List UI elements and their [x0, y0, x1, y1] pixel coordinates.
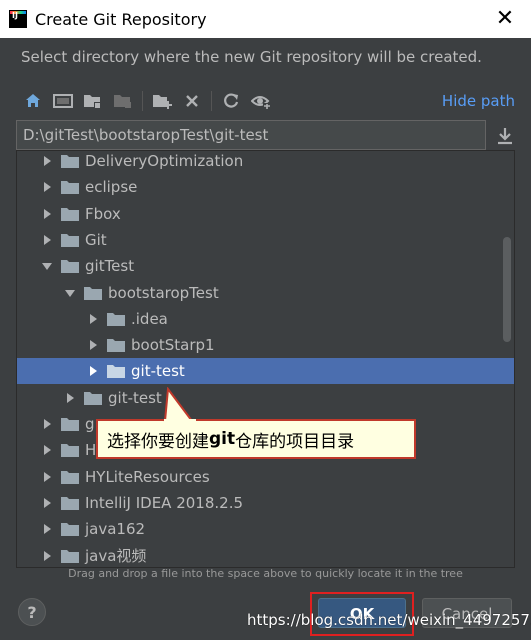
new-folder-button[interactable]: [147, 88, 177, 114]
callout-suffix: 仓库的项目目录: [235, 431, 355, 452]
delete-icon: [186, 95, 198, 107]
collapsed-arrow-icon[interactable]: [40, 154, 54, 168]
home-button[interactable]: [18, 88, 48, 114]
delete-button[interactable]: [177, 88, 207, 114]
tree-row-label: java162: [85, 520, 146, 539]
annotation-callout: 选择你要创建 git 仓库的项目目录: [96, 419, 416, 459]
tree-row[interactable]: git-test: [17, 385, 497, 411]
project-folder-button[interactable]: [78, 88, 108, 114]
folder-icon: [61, 470, 79, 484]
tree-row[interactable]: java视频: [17, 543, 497, 568]
title-bar: Create Git Repository ✕: [0, 0, 531, 38]
callout-prefix: 选择你要创建: [107, 431, 209, 452]
refresh-icon: [224, 93, 239, 108]
refresh-button[interactable]: [216, 88, 246, 114]
show-hidden-icon: [251, 96, 270, 110]
tree-row[interactable]: git-test: [17, 358, 514, 385]
tree-row[interactable]: java162: [17, 516, 497, 542]
expanded-arrow-icon[interactable]: [40, 259, 54, 273]
collapsed-arrow-icon[interactable]: [40, 207, 54, 221]
tree-row-label: .idea: [131, 309, 168, 328]
module-folder-icon: [114, 95, 131, 108]
collapsed-arrow-icon[interactable]: [86, 364, 100, 378]
tree-row-label: gitTest: [85, 257, 135, 276]
collapsed-arrow-icon[interactable]: [40, 496, 54, 510]
tree-row[interactable]: bootStarp1: [17, 332, 497, 358]
tree-row-label: Fbox: [85, 204, 121, 223]
new-folder-icon: [153, 95, 172, 109]
toolbar-separator: [142, 91, 143, 111]
collapsed-arrow-icon[interactable]: [40, 417, 54, 431]
collapsed-arrow-icon[interactable]: [40, 443, 54, 457]
folder-icon: [61, 417, 79, 431]
tree-row[interactable]: HYLiteResources: [17, 464, 497, 490]
tree-row[interactable]: gitTest: [17, 253, 497, 279]
tree-row-label: IntelliJ IDEA 2018.2.5: [85, 493, 244, 512]
folder-icon: [61, 496, 79, 510]
desktop-button[interactable]: [48, 88, 78, 114]
folder-icon: [84, 286, 102, 300]
collapsed-arrow-icon[interactable]: [86, 312, 100, 326]
tree-row[interactable]: eclipse: [17, 174, 497, 200]
tree-row[interactable]: bootstaropTest: [17, 280, 497, 306]
folder-icon: [61, 233, 79, 247]
tree-row[interactable]: DeliveryOptimization: [17, 151, 497, 174]
tree-row-label: DeliveryOptimization: [85, 152, 244, 170]
directory-tree[interactable]: java视频 java162 IntelliJ IDEA 2018.2.5 HYLit…: [16, 150, 515, 568]
collapsed-arrow-icon[interactable]: [40, 233, 54, 247]
intellij-app-icon: [9, 10, 27, 28]
folder-icon: [61, 443, 79, 458]
folder-icon: [61, 522, 79, 537]
close-button[interactable]: ✕: [491, 6, 519, 32]
window-title: Create Git Repository: [35, 9, 207, 29]
tree-row-label: HYLiteResources: [85, 467, 210, 486]
collapsed-arrow-icon[interactable]: [40, 522, 54, 536]
tree-row[interactable]: Fbox: [17, 201, 497, 227]
expanded-arrow-icon[interactable]: [63, 286, 77, 300]
collapsed-arrow-icon[interactable]: [40, 549, 54, 563]
show-hidden-button[interactable]: [246, 88, 276, 114]
tree-row-label: eclipse: [85, 178, 138, 197]
tree-row-label: Git: [85, 230, 107, 249]
tree-row[interactable]: Git: [17, 227, 497, 253]
tree-row-label: g: [85, 415, 95, 433]
home-icon: [26, 94, 40, 107]
collapsed-arrow-icon[interactable]: [40, 470, 54, 484]
tree-row-label: git-test: [108, 388, 162, 407]
callout-bold: git: [209, 429, 236, 449]
tree-scrollbar[interactable]: [503, 237, 511, 342]
folder-icon: [61, 259, 79, 274]
watermark: https://blog.csdn.net/weixin_44972575: [247, 611, 531, 629]
collapsed-arrow-icon[interactable]: [63, 391, 77, 405]
toolbar-separator: [211, 91, 212, 111]
tree-row-label: java视频: [85, 547, 147, 565]
collapsed-arrow-icon[interactable]: [86, 338, 100, 352]
tree-row[interactable]: IntelliJ IDEA 2018.2.5: [17, 490, 497, 516]
desktop-icon: [53, 94, 73, 108]
project-folder-icon: [84, 95, 101, 109]
folder-icon: [61, 207, 79, 221]
tree-row-label: bootStarp1: [131, 336, 215, 355]
folder-icon: [107, 312, 125, 326]
tree-row-label: git-test: [131, 362, 185, 381]
folder-icon: [61, 549, 79, 563]
path-input[interactable]: D:\gitTest\bootstaropTest\git-test: [16, 120, 486, 150]
path-history-button[interactable]: [492, 124, 518, 148]
help-button[interactable]: ?: [18, 598, 46, 626]
folder-icon: [107, 338, 125, 353]
tree-row-label: bootstaropTest: [108, 283, 219, 302]
collapsed-arrow-icon[interactable]: [40, 180, 54, 194]
drag-drop-hint: Drag and drop a file into the space abov…: [68, 567, 463, 580]
tree-row-label: H: [85, 441, 97, 460]
callout-pointer: [163, 387, 196, 423]
download-icon: [498, 128, 512, 145]
folder-icon: [84, 391, 102, 405]
module-folder-button[interactable]: [108, 88, 138, 114]
tree-row[interactable]: .idea: [17, 306, 497, 332]
folder-icon: [61, 154, 79, 168]
hide-path-link[interactable]: Hide path: [442, 92, 515, 110]
folder-icon: [107, 364, 125, 379]
dialog-description: Select directory where the new Git repos…: [21, 48, 482, 66]
folder-icon: [61, 180, 79, 195]
